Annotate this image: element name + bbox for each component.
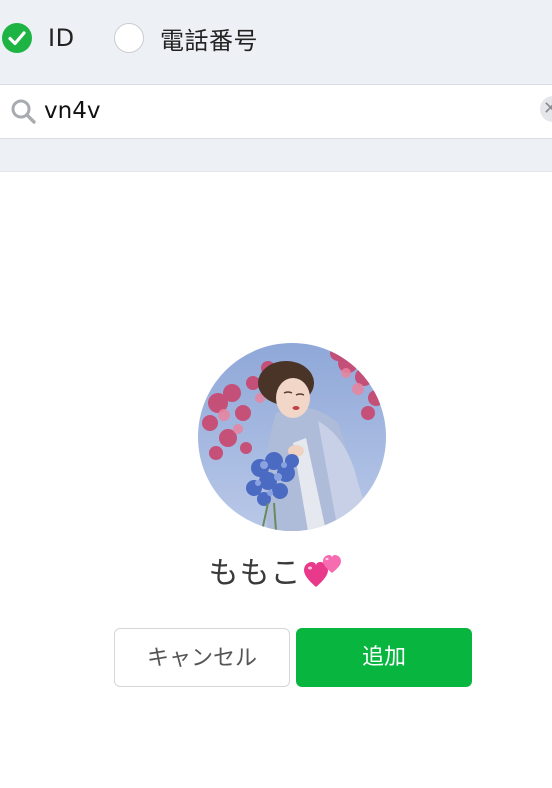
- avatar[interactable]: [198, 343, 386, 531]
- profile-name-text: ももこ: [208, 556, 302, 591]
- search-icon: [11, 99, 36, 124]
- separator-band: [0, 139, 552, 172]
- profile-name: ももこ: [0, 548, 552, 592]
- hearts-icon: [303, 555, 341, 587]
- radio-phone-number-label: 電話番号: [160, 26, 258, 55]
- add-button[interactable]: 追加: [296, 628, 472, 687]
- checkmark-icon: [2, 23, 32, 53]
- radio-circle-icon: [114, 23, 144, 53]
- clear-icon: ✕: [543, 98, 552, 119]
- radio-id-label: ID: [48, 24, 75, 52]
- search-input[interactable]: [44, 93, 524, 129]
- add-friend-screen: ID 電話番号 ✕: [0, 0, 552, 788]
- radio-phone-number[interactable]: 電話番号: [114, 22, 258, 55]
- profile-photo: [198, 343, 386, 531]
- radio-id[interactable]: ID: [2, 22, 75, 54]
- cancel-button[interactable]: キャンセル: [114, 628, 290, 687]
- search-type-bar: ID 電話番号: [0, 0, 552, 85]
- search-bar: [0, 85, 552, 139]
